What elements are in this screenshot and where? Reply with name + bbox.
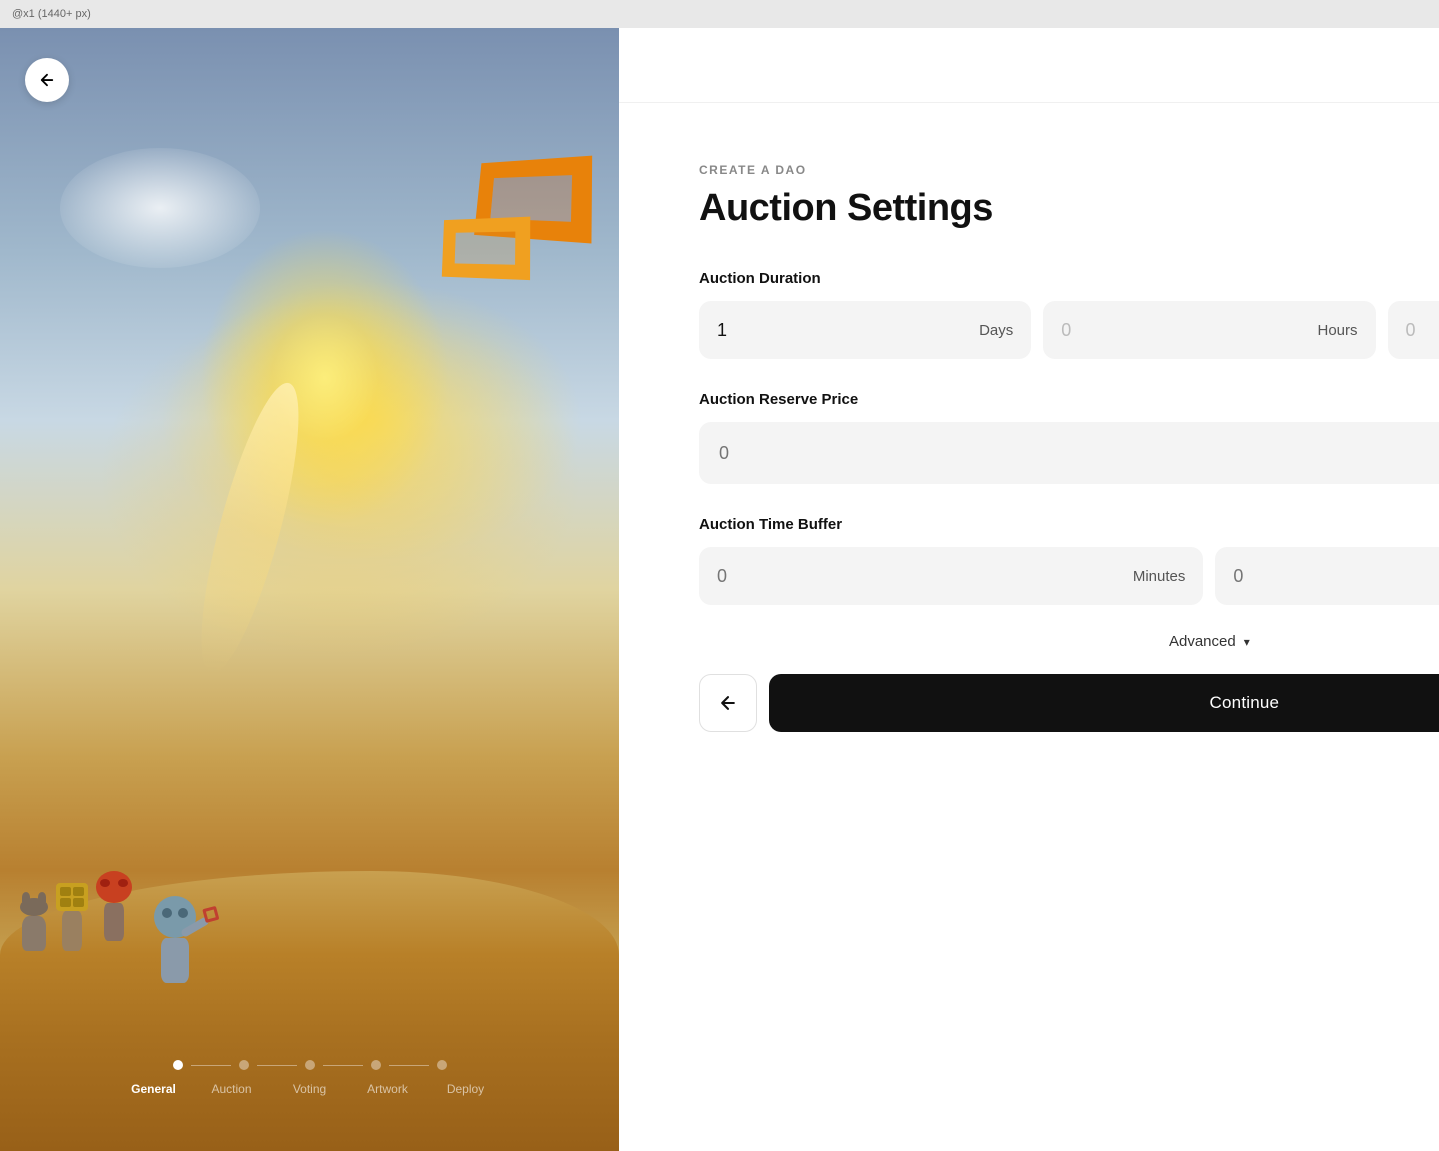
back-button[interactable]: [699, 674, 757, 732]
step-line-4: [389, 1065, 429, 1066]
window-bar: @x1 (1440+ px): [0, 0, 1439, 28]
step-dot-4: [371, 1060, 381, 1070]
advanced-toggle[interactable]: Advanced ▾: [699, 633, 1439, 650]
artwork-clouds: [60, 148, 260, 268]
buffer-seconds-group: Seconds: [1215, 547, 1439, 605]
left-back-button[interactable]: [25, 58, 69, 102]
character-pumpkin: [96, 871, 132, 941]
step-dot-3: [305, 1060, 315, 1070]
step-line-3: [323, 1065, 363, 1066]
window-title: @x1 (1440+ px): [12, 8, 91, 20]
step-label-artwork: Artwork: [349, 1082, 427, 1096]
buffer-minutes-group: Minutes: [699, 547, 1203, 605]
buffer-row: Minutes Seconds: [699, 547, 1439, 605]
duration-row: Days Hours Minutes: [699, 301, 1439, 359]
buffer-minutes-suffix: Minutes: [1129, 568, 1204, 585]
character-blue: [140, 896, 210, 931]
advanced-label: Advanced: [1169, 633, 1236, 650]
step-dot-1: [173, 1060, 183, 1070]
step-label-voting: Voting: [271, 1082, 349, 1096]
back-arrow-icon: [718, 693, 738, 713]
step-dot-5: [437, 1060, 447, 1070]
reserve-price-section: Auction Reserve Price ETH: [699, 391, 1439, 484]
eth-input-group: ETH: [699, 422, 1439, 484]
step-line-2: [257, 1065, 297, 1066]
hours-input[interactable]: [1043, 301, 1313, 359]
step-labels: General Auction Voting Artwork Deploy: [115, 1082, 505, 1096]
back-arrow-icon: [38, 71, 56, 89]
reserve-price-label: Auction Reserve Price: [699, 391, 1439, 408]
main-content: CREATE A DAO Auction Settings Auction Du…: [619, 103, 1439, 1151]
step-label-auction: Auction: [193, 1082, 271, 1096]
progress-bar: General Auction Voting Artwork Deploy: [115, 1060, 505, 1096]
header: 🤖 dain.eth •••: [619, 28, 1439, 103]
step-label-deploy: Deploy: [427, 1082, 505, 1096]
minutes-input[interactable]: [1388, 301, 1439, 359]
left-panel: General Auction Voting Artwork Deploy: [0, 28, 619, 1151]
create-label: CREATE A DAO: [699, 163, 1439, 177]
page-title: Auction Settings: [699, 187, 1439, 230]
right-panel: 🤖 dain.eth ••• CREATE A DAO Auction Sett…: [619, 28, 1439, 1151]
buffer-minutes-input[interactable]: [699, 547, 1129, 605]
time-buffer-section-label: Auction Time Buffer: [699, 516, 1439, 533]
hours-suffix: Hours: [1313, 322, 1375, 339]
characters-group: [20, 871, 210, 951]
duration-section-label: Auction Duration: [699, 270, 1439, 287]
footer-row: Continue: [699, 674, 1439, 732]
step-line-1: [191, 1065, 231, 1066]
buffer-seconds-input[interactable]: [1215, 547, 1439, 605]
reserve-price-input[interactable]: [699, 422, 1439, 484]
continue-button[interactable]: Continue: [769, 674, 1439, 732]
days-suffix: Days: [975, 322, 1031, 339]
character-block: [56, 883, 88, 951]
days-input-group: Days: [699, 301, 1031, 359]
step-dot-2: [239, 1060, 249, 1070]
hours-input-group: Hours: [1043, 301, 1375, 359]
character-cat: [20, 898, 48, 951]
progress-dots: [173, 1060, 447, 1070]
chevron-down-icon: ▾: [1244, 635, 1250, 649]
step-label-general: General: [115, 1082, 193, 1096]
minutes-input-group: Minutes: [1388, 301, 1439, 359]
artwork-shapes: [389, 158, 589, 308]
shape-box-2: [442, 217, 530, 280]
days-input[interactable]: [699, 301, 975, 359]
